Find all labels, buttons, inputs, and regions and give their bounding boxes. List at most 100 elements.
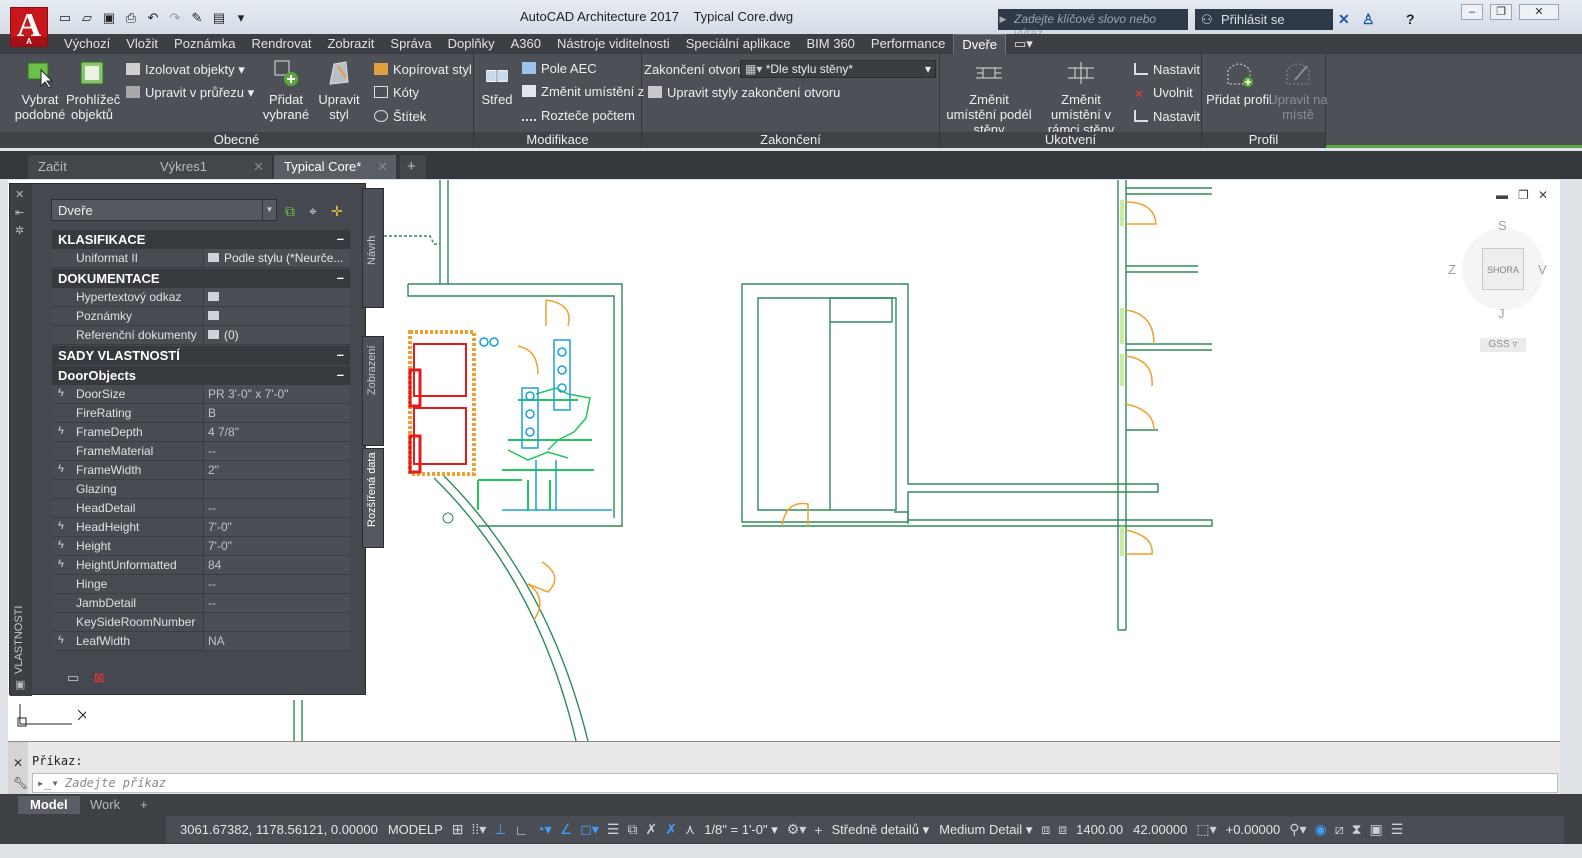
edit-endcap-styles-button[interactable]: Upravit styly zakončení otvoru xyxy=(648,85,840,100)
open-file-icon[interactable]: ▱ xyxy=(78,10,96,26)
object-browser-button[interactable]: Prohlížeč objektů xyxy=(66,58,120,122)
cut-plane-icon[interactable]: ⧈ xyxy=(1037,821,1054,838)
detail-level-cz-select[interactable]: Středně detailů ▾ xyxy=(827,822,935,838)
tab-design[interactable]: Návrh xyxy=(362,188,384,308)
tag-button[interactable]: Štítek xyxy=(374,109,426,124)
tab-display[interactable]: Zobrazení xyxy=(362,336,384,446)
tab-doplnky[interactable]: Doplňky xyxy=(440,34,503,54)
property-value[interactable]: 84 xyxy=(203,556,350,574)
new-tab-button[interactable]: + xyxy=(400,155,426,179)
tab-nastroje-viditelnosti[interactable]: Nástroje viditelnosti xyxy=(549,34,678,54)
display-configuration-select[interactable]: Medium Detail ▾ xyxy=(934,822,1037,838)
a360-icon[interactable]: ♙ xyxy=(1362,11,1375,28)
add-icon[interactable]: + xyxy=(810,822,826,838)
palette-menu-icon[interactable]: ▣ xyxy=(15,678,25,691)
tab-bim360[interactable]: BIM 360 xyxy=(798,34,862,54)
property-row[interactable]: Glazing xyxy=(52,480,350,499)
match-properties-icon[interactable]: ✎ xyxy=(188,10,206,26)
annotation-scale-icon[interactable]: ⋏ xyxy=(681,821,699,838)
object-type-select[interactable]: Dveře ▼ xyxy=(51,199,277,221)
select-objects-icon[interactable]: ⌖ xyxy=(309,203,317,220)
viewport-minimize-icon[interactable]: ▬ xyxy=(1496,188,1508,202)
property-row[interactable]: ϟ FrameWidth 2" xyxy=(52,461,350,480)
set-anchor-2-button[interactable]: Nastavit xyxy=(1134,109,1200,124)
collapse-icon[interactable]: – xyxy=(337,270,344,285)
tab-vychozi[interactable]: Výchozí xyxy=(56,34,118,54)
command-close-icon[interactable]: ✕ xyxy=(13,756,23,770)
tab-specialni-aplikace[interactable]: Speciální aplikace xyxy=(678,34,799,54)
wcs-menu[interactable]: GSS ▿ xyxy=(1480,338,1526,352)
tab-poznamka[interactable]: Poznámka xyxy=(166,34,243,54)
palette-autohide-icon[interactable]: ⇤ xyxy=(15,206,24,219)
property-row[interactable]: HeadDetail -- xyxy=(52,499,350,518)
palette-close-icon[interactable]: ✕ xyxy=(15,188,24,201)
application-menu-button[interactable]: AA xyxy=(10,7,48,47)
isolate-objects-icon[interactable]: ⬚▾ xyxy=(1192,821,1220,838)
restore-button[interactable]: ❐ xyxy=(1490,4,1512,20)
quick-properties-icon[interactable]: ⧗ xyxy=(1348,821,1366,838)
model-space-toggle[interactable]: MODELP xyxy=(383,822,448,837)
doc-tab-typical-core[interactable]: Typical Core* ✕ xyxy=(274,155,396,179)
settings-gear-icon[interactable]: ⚙▾ xyxy=(783,821,811,838)
property-row[interactable]: Hinge -- xyxy=(52,575,350,594)
property-row[interactable]: Hypertextový odkaz xyxy=(52,288,350,307)
search-expand-icon[interactable]: ▶ xyxy=(998,9,1008,30)
property-row[interactable]: Referenční dokumenty (0) xyxy=(52,326,350,345)
coordinates-readout[interactable]: 3061.67382, 1178.56121, 0.00000 xyxy=(166,822,383,837)
property-value[interactable]: 4 7/8" xyxy=(203,423,350,441)
viewcube[interactable]: S Z V J SHORA GSS ▿ xyxy=(1448,218,1560,358)
viewcube-north[interactable]: S xyxy=(1498,218,1507,233)
set-anchor-button[interactable]: Nastavit xyxy=(1134,62,1200,77)
doc-tab-start[interactable]: Začít xyxy=(28,155,150,179)
reposition-along-wall-button[interactable]: Změnit umístění podél stěny xyxy=(944,58,1034,137)
property-value[interactable]: -- xyxy=(203,575,350,593)
object-snap-icon[interactable]: ◻▾ xyxy=(576,821,603,838)
collapse-icon[interactable]: – xyxy=(337,231,344,246)
collapse-icon[interactable]: – xyxy=(337,367,344,382)
clean-screen-icon[interactable]: ▣ xyxy=(1365,821,1386,838)
command-prompt-icon[interactable]: ▸_▾ xyxy=(37,776,59,790)
section-property-sets[interactable]: SADY VLASTNOSTÍ – xyxy=(52,346,350,365)
property-value[interactable] xyxy=(203,288,350,306)
hardware-acceleration-icon[interactable]: ⧄ xyxy=(1331,821,1348,838)
section-documentation[interactable]: DOKUMENTACE – xyxy=(52,269,350,288)
property-value[interactable]: NA xyxy=(203,632,350,650)
print-icon[interactable]: ⎙ xyxy=(122,10,140,26)
release-anchor-button[interactable]: ✕ Uvolnit xyxy=(1134,85,1193,101)
polar-tracking-icon[interactable]: ◔▾ xyxy=(532,821,555,838)
selection-cycling-icon[interactable]: ⧉ xyxy=(623,821,641,838)
tab-a360[interactable]: A360 xyxy=(503,34,549,54)
property-row[interactable]: FrameMaterial -- xyxy=(52,442,350,461)
property-value[interactable] xyxy=(203,307,350,325)
property-row[interactable]: ϟ HeightUnformatted 84 xyxy=(52,556,350,575)
property-value[interactable]: PR 3'-0" x 7'-0" xyxy=(203,385,350,403)
opening-endcap-select[interactable]: ▦▾ *Dle stylu stěny* ▾ xyxy=(740,60,936,78)
aec-array-button[interactable]: Pole AEC xyxy=(522,61,597,76)
infer-constraints-icon[interactable]: ⊥ xyxy=(490,821,510,838)
edit-in-section-button[interactable]: Upravit v průřezu ▾ xyxy=(126,85,254,101)
isolate-objects-button[interactable]: Izolovat objekty ▾ xyxy=(126,62,245,78)
add-selected-button[interactable]: Přidat vybrané xyxy=(260,58,312,122)
tab-zobrazit[interactable]: Zobrazit xyxy=(319,34,382,54)
property-value[interactable]: 2" xyxy=(203,461,350,479)
redo-icon[interactable]: ↷ xyxy=(166,10,184,26)
exchange-icon[interactable]: ✕ xyxy=(1338,11,1350,28)
layout-tab-model[interactable]: Model xyxy=(18,796,80,814)
property-row[interactable]: Uniformat II Podle stylu (*Neurče... xyxy=(52,249,350,268)
quick-select-icon[interactable]: ✛ xyxy=(331,203,343,220)
qat-dropdown-icon[interactable]: ▾ xyxy=(232,10,250,26)
property-value[interactable]: -- xyxy=(203,499,350,517)
collapse-icon[interactable]: – xyxy=(337,347,344,362)
signin-button[interactable]: ⚇ Přihlásit se xyxy=(1195,9,1333,30)
section-classification[interactable]: KLASIFIKACE – xyxy=(52,230,350,249)
property-row[interactable]: JambDetail -- xyxy=(52,594,350,613)
grid-icon[interactable]: ⊞ xyxy=(448,821,468,838)
edit-in-place-button[interactable]: Upravit na místě xyxy=(1268,58,1328,122)
property-value[interactable] xyxy=(203,613,350,631)
spacing-count-button[interactable]: Rozteče počtem xyxy=(522,108,635,123)
viewcube-west[interactable]: Z xyxy=(1448,262,1456,277)
cut-plane-elevation[interactable]: 1400.00 xyxy=(1071,822,1128,837)
lineweight-icon[interactable]: ☰ xyxy=(603,821,624,838)
add-profile-button[interactable]: Přidat profil xyxy=(1204,58,1274,107)
property-value[interactable]: B xyxy=(203,404,350,422)
